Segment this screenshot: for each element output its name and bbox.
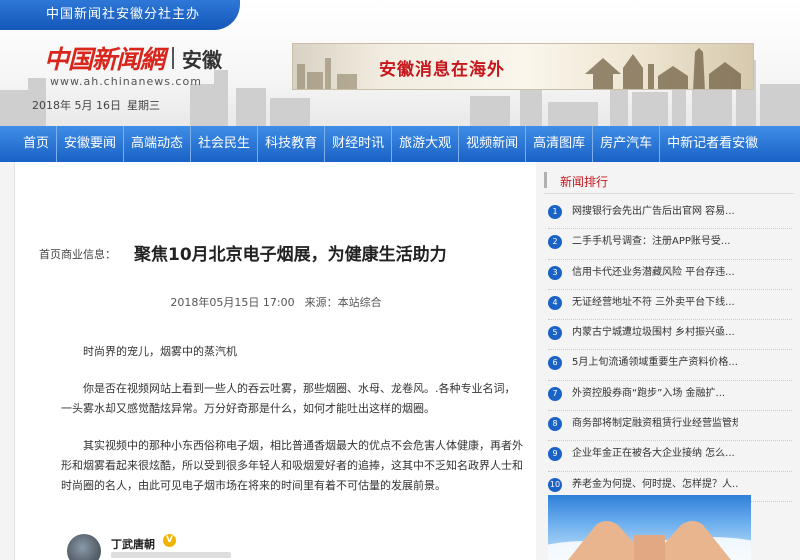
ad-headline: 安徽消息在海外 bbox=[379, 60, 505, 80]
list-item[interactable]: 4 无证经营地址不符 三外卖平台下线... bbox=[542, 293, 798, 323]
rank-number: 6 bbox=[548, 356, 562, 371]
nav-item-society[interactable]: 社会民生 bbox=[191, 126, 259, 162]
avatar[interactable] bbox=[67, 534, 101, 560]
nav-item-video[interactable]: 视频新闻 bbox=[459, 126, 527, 162]
rank-number: 4 bbox=[548, 295, 562, 310]
list-item[interactable]: 8 商务部将制定融资租赁行业经营监管规... bbox=[542, 414, 798, 444]
logo-divider bbox=[172, 47, 175, 69]
list-item[interactable]: 2 二手手机号调查：注册APP账号受... bbox=[542, 232, 798, 262]
article-paragraph: 其实视频中的那种小东西俗称电子烟，相比普通香烟最大的优点不会危害人体健康，再者外… bbox=[61, 439, 523, 492]
sponsor-banner: 中国新闻社安徽分社主办 bbox=[0, 0, 240, 30]
rank-link[interactable]: 内蒙古宁城遭垃圾围村 乡村振兴亟... bbox=[572, 325, 738, 341]
rank-link[interactable]: 外资控股券商“跑步”入场 金融扩... bbox=[572, 386, 738, 402]
logo-region: 安徽 bbox=[182, 47, 223, 72]
article-title: 聚焦10月北京电子烟展，为健康生活助力 bbox=[134, 245, 447, 265]
main-nav: 首页 安徽要闻 高端动态 社会民生 科技教育 财经时讯 旅游大观 视频新闻 高清… bbox=[0, 126, 800, 162]
article-header: 首页商业信息： 聚焦10月北京电子烟展，为健康生活助力 bbox=[39, 240, 529, 270]
nav-item-tech-education[interactable]: 科技教育 bbox=[258, 126, 326, 162]
hands-sky-graphic bbox=[548, 521, 751, 560]
promo-image[interactable] bbox=[548, 495, 751, 560]
date-display: 2018年 5月 16日 星期三 bbox=[32, 97, 160, 113]
author-subline bbox=[111, 552, 231, 558]
list-item[interactable]: 6 5月上旬流通领域重要生产资料价格... bbox=[542, 353, 798, 383]
ranking-header: 新闻排行 bbox=[544, 168, 794, 194]
rank-link[interactable]: 商务部将制定融资租赁行业经营监管规... bbox=[572, 416, 738, 432]
list-item[interactable]: 1 网搜银行会先出广告后出官网 容易... bbox=[542, 202, 798, 232]
site-url: www.ah.chinanews.com bbox=[50, 75, 202, 88]
logo-text: 中国新闻網 bbox=[44, 45, 165, 74]
rank-number: 8 bbox=[548, 417, 562, 432]
verified-badge-icon: V bbox=[163, 534, 176, 547]
ranking-title: 新闻排行 bbox=[560, 175, 609, 189]
nav-item-high-level[interactable]: 高端动态 bbox=[124, 126, 192, 162]
list-item[interactable]: 3 信用卡代还业务潜藏风险 平台存违... bbox=[542, 263, 798, 293]
rank-link[interactable]: 企业年金正在被各大企业接纳 怎么... bbox=[572, 446, 738, 462]
breadcrumb[interactable]: 首页商业信息： bbox=[39, 246, 116, 262]
nav-item-reporters[interactable]: 中新记者看安徽 bbox=[660, 126, 765, 162]
rank-link[interactable]: 无证经营地址不符 三外卖平台下线... bbox=[572, 295, 738, 311]
article-panel: 首页商业信息： 聚焦10月北京电子烟展，为健康生活助力 2018年05月15日 … bbox=[14, 162, 536, 560]
list-item[interactable]: 5 内蒙古宁城遭垃圾围村 乡村振兴亟... bbox=[542, 323, 798, 353]
ranking-list: 1 网搜银行会先出广告后出官网 容易... 2 二手手机号调查：注册APP账号受..… bbox=[542, 202, 798, 505]
list-item[interactable]: 9 企业年金正在被各大企业接纳 怎么... bbox=[542, 444, 798, 474]
rank-link[interactable]: 信用卡代还业务潜藏风险 平台存违... bbox=[572, 265, 738, 281]
ad-architecture-graphic bbox=[297, 48, 741, 89]
section-marker bbox=[544, 172, 547, 188]
rank-number: 2 bbox=[548, 235, 562, 250]
rank-number: 9 bbox=[548, 447, 562, 462]
nav-item-travel[interactable]: 旅游大观 bbox=[392, 126, 460, 162]
author-name[interactable]: 丁武唐朝 bbox=[111, 536, 155, 552]
nav-item-finance[interactable]: 财经时讯 bbox=[325, 126, 393, 162]
rank-number: 7 bbox=[548, 386, 562, 401]
rank-link[interactable]: 二手手机号调查：注册APP账号受... bbox=[572, 234, 738, 250]
rank-link[interactable]: 网搜银行会先出广告后出官网 容易... bbox=[572, 204, 738, 220]
article-meta: 2018年05月15日 17:00 来源：本站综合 bbox=[15, 294, 537, 310]
rank-number: 5 bbox=[548, 326, 562, 341]
nav-item-gallery[interactable]: 高清图库 bbox=[526, 126, 594, 162]
article-paragraph: 时尚界的宠儿，烟雾中的蒸汽机 bbox=[83, 345, 237, 358]
nav-item-property-auto[interactable]: 房产汽车 bbox=[593, 126, 661, 162]
list-item[interactable]: 7 外资控股券商“跑步”入场 金融扩... bbox=[542, 384, 798, 414]
site-logo[interactable]: 中国新闻網 安徽 bbox=[44, 42, 222, 74]
sidebar: 新闻排行 1 网搜银行会先出广告后出官网 容易... 2 二手手机号调查：注册APP… bbox=[542, 162, 800, 560]
article-source: 来源：本站综合 bbox=[304, 296, 382, 309]
nav-item-home[interactable]: 首页 bbox=[0, 126, 58, 162]
date-text: 2018年 5月 16日 bbox=[32, 99, 121, 112]
rank-number: 1 bbox=[548, 205, 562, 219]
article-paragraph: 你是否在视频网站上看到一些人的吞云吐雾，那些烟圈、水母、龙卷风。.各种专业名词，… bbox=[61, 382, 516, 415]
site-header: 中国新闻社安徽分社主办 中国新闻網 安徽 www.ah.chinanews.co… bbox=[0, 0, 800, 126]
rank-link[interactable]: 养老金为何提、何时提、怎样提？人... bbox=[572, 477, 738, 493]
rank-number: 10 bbox=[548, 477, 562, 492]
weekday-text: 星期三 bbox=[126, 99, 160, 112]
rank-number: 3 bbox=[548, 265, 562, 280]
nav-item-anhui-news[interactable]: 安徽要闻 bbox=[57, 126, 125, 162]
article-datetime: 2018年05月15日 17:00 bbox=[170, 296, 295, 309]
author-card[interactable]: 丁武唐朝 V bbox=[67, 534, 367, 560]
ad-banner[interactable]: 安徽消息在海外 bbox=[292, 43, 754, 90]
rank-link[interactable]: 5月上旬流通领域重要生产资料价格... bbox=[572, 355, 738, 371]
